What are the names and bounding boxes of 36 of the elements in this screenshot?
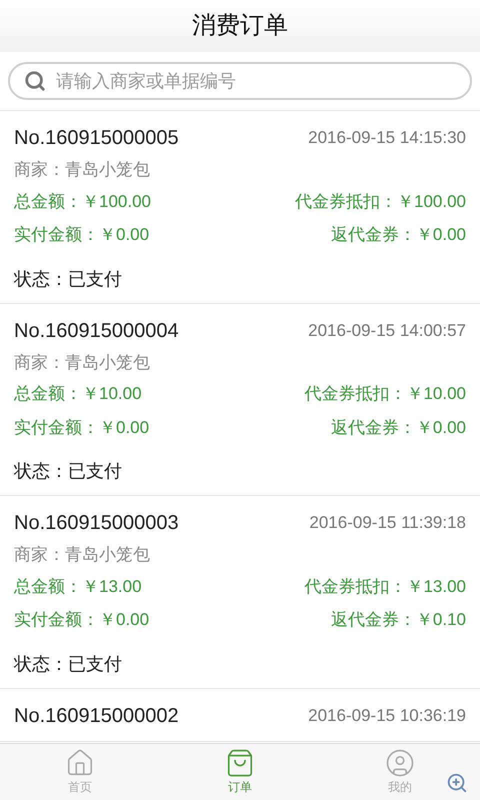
order-status: 状态：已支付 bbox=[14, 268, 122, 288]
voucher-return: 返代金券：￥0.00 bbox=[330, 224, 466, 246]
merchant-name: 商家：青岛小笼包 bbox=[14, 352, 150, 372]
order-number: No.160915000003 bbox=[14, 511, 179, 536]
voucher-deduction: 代金券抵扣：￥10.00 bbox=[304, 383, 466, 405]
total-amount: 总金额：￥100.00 bbox=[14, 190, 151, 212]
total-amount: 总金额：￥13.00 bbox=[14, 576, 142, 598]
tab-item[interactable]: 首页 bbox=[0, 744, 160, 800]
bag-icon bbox=[225, 748, 255, 778]
paid-amount: 实付金额：￥0.00 bbox=[14, 609, 150, 631]
zoom-in-icon[interactable] bbox=[446, 772, 468, 794]
voucher-return: 返代金券：￥0.00 bbox=[330, 416, 466, 438]
order-status: 状态：已支付 bbox=[14, 461, 122, 481]
order-time: 2016-09-15 14:00:57 bbox=[308, 320, 466, 342]
total-amount: 总金额：￥10.00 bbox=[14, 383, 142, 405]
order-number: No.160915000005 bbox=[14, 126, 179, 151]
voucher-return: 返代金券：￥0.10 bbox=[330, 609, 466, 631]
paid-amount: 实付金额：￥0.00 bbox=[14, 224, 150, 246]
order-time: 2016-09-15 11:39:18 bbox=[309, 512, 466, 534]
voucher-deduction: 代金券抵扣：￥100.00 bbox=[295, 190, 466, 212]
voucher-deduction: 代金券抵扣：￥13.00 bbox=[304, 576, 466, 598]
paid-amount: 实付金额：￥0.00 bbox=[14, 416, 150, 438]
tab-item[interactable]: 我的 bbox=[320, 744, 480, 800]
order-number: No.160915000002 bbox=[14, 704, 179, 728]
house-icon bbox=[65, 748, 95, 778]
order-time: 2016-09-15 14:15:30 bbox=[308, 127, 466, 150]
order-status: 状态：已支付 bbox=[14, 654, 122, 674]
merchant-name: 商家：青岛小笼包 bbox=[14, 545, 150, 564]
order-time: 2016-09-15 10:36:19 bbox=[308, 704, 466, 727]
tab-item[interactable]: 订单 bbox=[160, 744, 320, 800]
search-field[interactable]: 请输入商家或单据编号 bbox=[8, 62, 472, 100]
order-number: No.160915000004 bbox=[14, 318, 179, 344]
user-icon bbox=[385, 748, 415, 778]
page-title: 消费订单 bbox=[192, 11, 288, 41]
merchant-name: 商家：青岛小笼包 bbox=[14, 160, 150, 179]
search-icon bbox=[24, 70, 46, 92]
